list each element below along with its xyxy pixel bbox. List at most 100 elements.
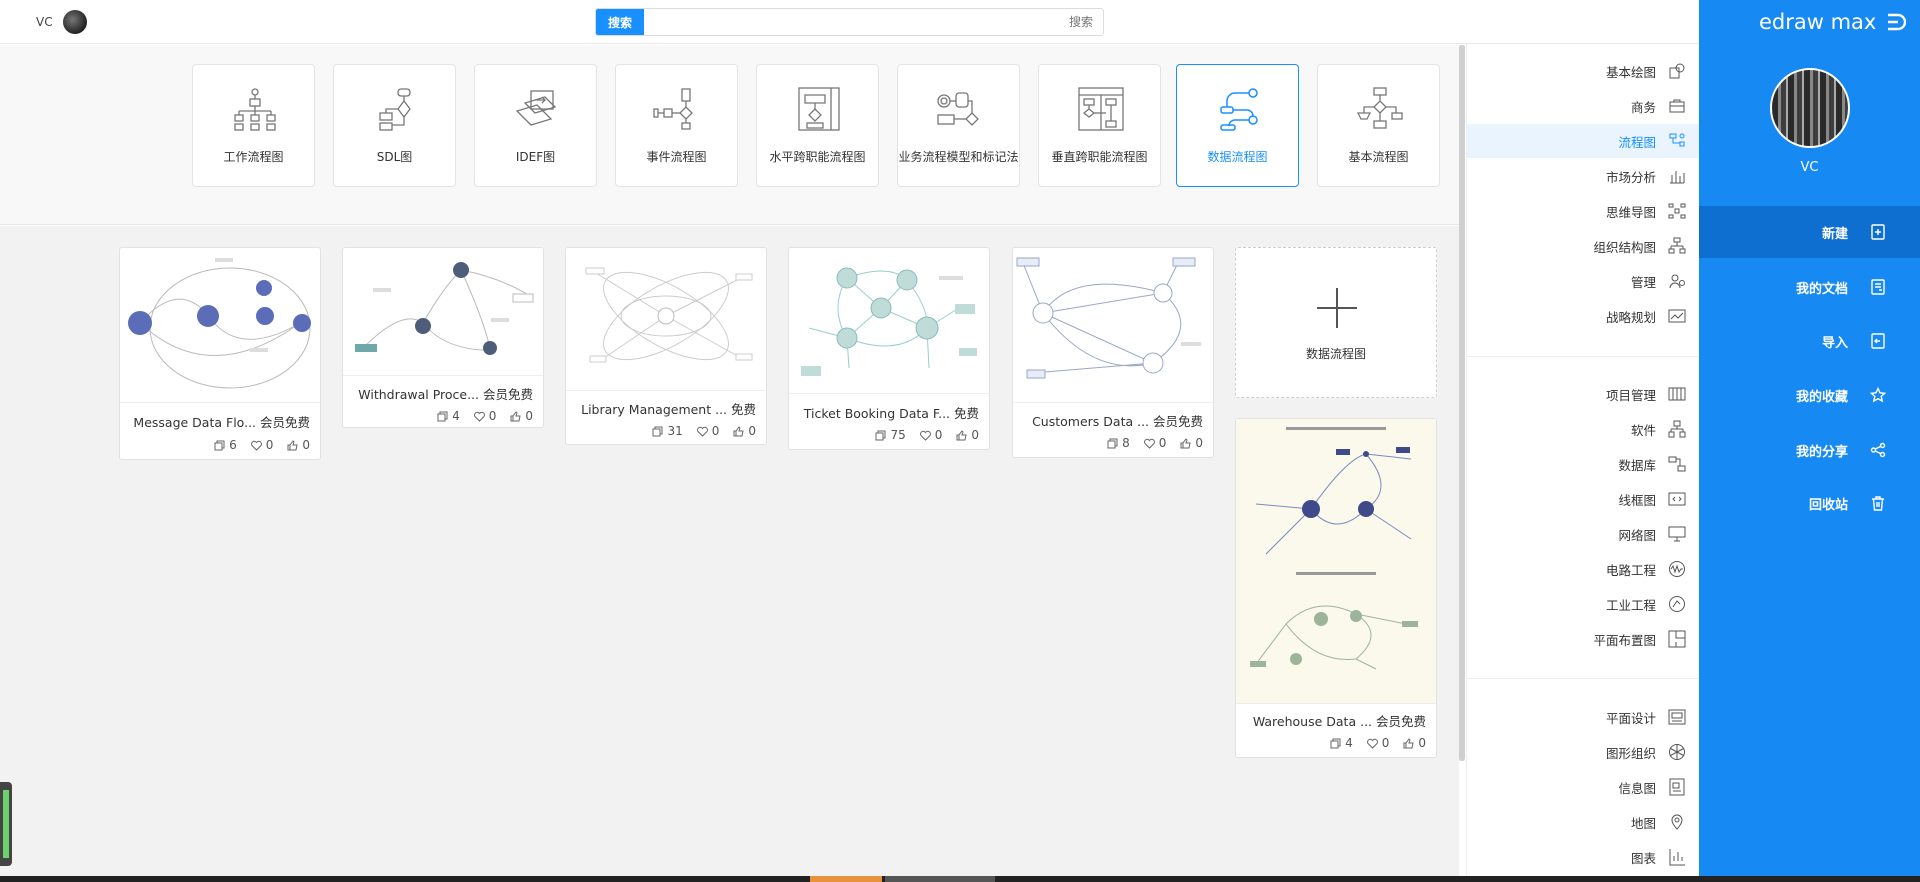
favorites-stat[interactable]: 0 (696, 424, 719, 438)
category-wireframe[interactable]: 线框图 (1467, 482, 1700, 516)
category-label: 商务 (1630, 99, 1656, 115)
likes-stat[interactable]: 0 (510, 409, 533, 423)
brand[interactable]: edraw max (1759, 10, 1907, 34)
category-infographic[interactable]: 信息图 (1467, 770, 1700, 804)
chart-icon (1669, 849, 1685, 866)
category-chart[interactable]: 图表 (1467, 840, 1700, 874)
nav-item-trash[interactable]: 回收站 (1699, 477, 1920, 529)
data-flow-icon (1220, 88, 1258, 131)
nav-item-shares[interactable]: 我的分享 (1699, 424, 1920, 476)
floorplan-icon (1668, 630, 1686, 648)
copy-icon (875, 430, 886, 440)
avatar[interactable] (1770, 68, 1850, 148)
scrollbar-thumb[interactable] (1459, 45, 1465, 761)
avatar-small[interactable] (62, 10, 87, 34)
content-scrollbar[interactable] (1459, 45, 1465, 761)
example-card[interactable]: Ticket Booking Data F... 免费 75 0 0 (788, 247, 990, 450)
category-circuit[interactable]: 电路工程 (1467, 552, 1700, 586)
user-mini[interactable]: VC (36, 10, 87, 34)
likes-stat[interactable]: 0 (733, 424, 756, 438)
likes-stat[interactable]: 0 (287, 438, 310, 452)
template-vertical-swimlane[interactable]: 垂直跨职能流程图 (1038, 64, 1161, 187)
category-database[interactable]: 数据库 (1467, 447, 1700, 481)
category-graphic-organizer[interactable]: 图形组织 (1467, 735, 1700, 769)
category-mindmap[interactable]: 思维导图 (1467, 194, 1700, 228)
category-project-management[interactable]: 项目管理 (1467, 377, 1700, 411)
category-market-analysis[interactable]: 市场分析 (1467, 159, 1700, 193)
example-thumbnail (1013, 248, 1213, 403)
category-strategy[interactable]: 战略规划 (1467, 299, 1700, 333)
favorites-stat[interactable]: 0 (250, 438, 274, 452)
example-stats: 6 0 0 (130, 438, 310, 452)
gantt-icon (1668, 387, 1686, 401)
likes-stat[interactable]: 0 (956, 428, 979, 442)
likes-count: 0 (1195, 436, 1203, 450)
example-card[interactable]: Withdrawal Proce... 会员免费 4 0 0 (342, 247, 544, 428)
copy-icon (1330, 738, 1341, 748)
category-label: 网络图 (1618, 527, 1656, 543)
likes-stat[interactable]: 0 (1180, 436, 1203, 450)
example-card[interactable]: Library Management ... 免费 31 0 0 (565, 247, 767, 445)
nav-item-new[interactable]: 新建 (1699, 206, 1920, 258)
category-management[interactable]: 管理 (1467, 264, 1700, 298)
category-map[interactable]: 地图 (1467, 805, 1700, 839)
template-idef[interactable]: IDEF图 (474, 64, 597, 187)
copy-icon (214, 440, 225, 450)
example-thumbnail (789, 248, 989, 394)
category-basic-drawing[interactable]: 基本绘图 (1467, 54, 1700, 88)
favorites-stat[interactable]: 0 (1366, 736, 1389, 750)
category-network[interactable]: 网络图 (1467, 517, 1700, 551)
favorites-stat[interactable]: 0 (1143, 436, 1166, 450)
flowchart-icon (1669, 133, 1685, 147)
likes-count: 0 (971, 428, 979, 442)
category-label: 图形组织 (1605, 745, 1656, 761)
category-floorplan[interactable]: 平面布置图 (1467, 622, 1700, 656)
category-label: 数据库 (1618, 457, 1656, 473)
template-data-flow[interactable]: 数据流程图 (1176, 64, 1299, 187)
heart-icon (1366, 738, 1378, 749)
nav-item-favorites[interactable]: 我的收藏 (1699, 369, 1920, 421)
example-thumbnail (1236, 419, 1436, 704)
example-card[interactable]: Warehouse Data ... 会员免费 4 0 0 (1235, 418, 1437, 758)
template-workflow[interactable]: 工作流程图 (192, 64, 315, 187)
taskbar-segment[interactable] (885, 876, 995, 882)
heart-icon (696, 426, 708, 437)
example-card[interactable]: Message Data Flo... 会员免费 6 0 0 (119, 247, 321, 460)
category-panel: 基本绘图 商务 流程图 市场分析 思维导图 组织结构图 管理 战略规划 项目管理… (1466, 44, 1700, 882)
nav-item-import[interactable]: 导入 (1699, 315, 1920, 367)
example-title: Ticket Booking Data F... 免费 (803, 406, 979, 421)
template-horizontal-swimlane[interactable]: 水平跨职能流程图 (756, 64, 879, 187)
example-card[interactable]: Customers Data ... 会员免费 8 0 0 (1012, 247, 1214, 458)
category-software[interactable]: 软件 (1467, 412, 1700, 446)
copies-stat: 75 (875, 428, 906, 442)
template-basic-flow[interactable]: 基本流程图 (1317, 64, 1440, 187)
new-card-label: 数据流程图 (1305, 347, 1366, 361)
category-business[interactable]: 商务 (1467, 89, 1700, 123)
copies-count: 31 (667, 424, 683, 438)
heart-icon (250, 440, 262, 451)
nav-item-documents[interactable]: 我的文档 (1699, 261, 1920, 313)
management-icon (1669, 274, 1685, 289)
copy-icon (437, 411, 448, 421)
template-sdl[interactable]: SDL图 (333, 64, 456, 187)
category-label: 信息图 (1618, 780, 1656, 796)
category-org-structure[interactable]: 组织结构图 (1467, 229, 1700, 263)
category-label: 工业工程 (1605, 597, 1656, 613)
taskbar-active-segment[interactable] (810, 876, 882, 882)
example-stats: 4 0 0 (353, 409, 533, 423)
new-data-flow-card[interactable]: 数据流程图 (1235, 247, 1437, 398)
category-graphic-design[interactable]: 平面设计 (1467, 700, 1700, 734)
nav-item-label: 回收站 (1808, 497, 1848, 513)
favorites-count: 0 (265, 438, 274, 452)
search-button[interactable]: 搜索 (596, 9, 644, 35)
likes-stat[interactable]: 0 (1403, 736, 1426, 750)
category-industrial[interactable]: 工业工程 (1467, 587, 1700, 621)
template-event-flow[interactable]: 事件流程图 (615, 64, 738, 187)
main-nav: edraw max VC 新建 我的文档 导入 我的收藏 我的分享 回收站 (1699, 0, 1920, 882)
search-input[interactable] (644, 9, 1103, 35)
favorites-stat[interactable]: 0 (919, 428, 942, 442)
example-stats: 8 0 0 (1023, 436, 1203, 450)
template-bpmn[interactable]: 业务流程模型和标记法 (897, 64, 1020, 187)
favorites-stat[interactable]: 0 (473, 409, 496, 423)
category-flowchart[interactable]: 流程图 (1467, 124, 1700, 158)
